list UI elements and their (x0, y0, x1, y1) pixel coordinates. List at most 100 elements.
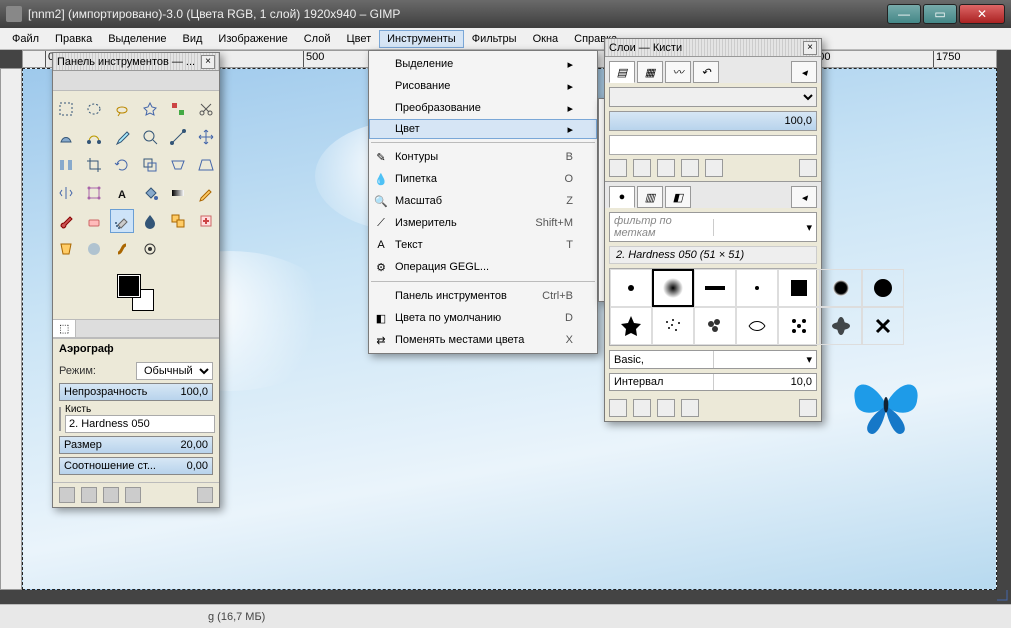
close-button[interactable]: ✕ (959, 4, 1005, 24)
refresh-brushes-icon[interactable] (799, 399, 817, 417)
menuitem-Выделение[interactable]: Выделение▸ (369, 53, 597, 75)
menu-слой[interactable]: Слой (296, 30, 339, 48)
brush-filter-field[interactable]: фильтр по меткам▾ (609, 212, 817, 242)
toolbox-header[interactable]: Панель инструментов — ... × (53, 53, 219, 71)
menuitem-Операция GEGL...[interactable]: ⚙Операция GEGL... (369, 256, 597, 278)
brush-item[interactable] (862, 269, 904, 307)
menuitem-Поменять местами цвета[interactable]: ⇄Поменять местами цветаX (369, 329, 597, 351)
brush-item[interactable] (652, 307, 694, 345)
menu-выделение[interactable]: Выделение (100, 30, 174, 48)
menu-файл[interactable]: Файл (4, 30, 47, 48)
tool-perspective-clone[interactable] (54, 237, 78, 261)
tool-clone[interactable] (166, 209, 190, 233)
tool-by-color-select[interactable] (166, 97, 190, 121)
brush-grid[interactable] (609, 268, 817, 346)
ratio-slider[interactable]: Соотношение ст... 0,00 (59, 457, 213, 475)
tool-rotate[interactable] (110, 153, 134, 177)
lower-layer-icon[interactable] (657, 159, 675, 177)
menuitem-Измеритель[interactable]: ⟋ИзмерительShift+M (369, 212, 597, 234)
menu-инструменты[interactable]: Инструменты (379, 30, 464, 48)
ruler-vertical[interactable] (0, 68, 22, 590)
tool-zoom[interactable] (138, 125, 162, 149)
menuitem-Текст[interactable]: AТекстT (369, 234, 597, 256)
undo-tab-icon[interactable]: ↶ (693, 61, 719, 83)
menuitem-Контуры[interactable]: ✎КонтурыB (369, 146, 597, 168)
duplicate-brush-icon[interactable] (657, 399, 675, 417)
menuitem-Пипетка[interactable]: 💧ПипеткаO (369, 168, 597, 190)
resize-grip-icon[interactable] (995, 588, 1009, 602)
edit-brush-icon[interactable] (609, 399, 627, 417)
tool-text[interactable]: A (110, 181, 134, 205)
mode-select[interactable]: Обычный (136, 362, 213, 380)
brush-item[interactable] (736, 307, 778, 345)
tool-paintbrush[interactable] (54, 209, 78, 233)
restore-preset-icon[interactable] (81, 487, 97, 503)
delete-layer-icon[interactable] (799, 159, 817, 177)
tool-measure[interactable] (166, 125, 190, 149)
brush-item[interactable] (694, 307, 736, 345)
tab-menu-icon[interactable]: ◂ (791, 186, 817, 208)
brush-preset-field[interactable]: Basic,▾ (609, 350, 817, 369)
delete-preset-icon[interactable] (103, 487, 119, 503)
paths-tab-icon[interactable]: 〰 (665, 61, 691, 83)
tool-scale[interactable] (138, 153, 162, 177)
tool-gradient[interactable] (166, 181, 190, 205)
dock-header[interactable]: Слои — Кисти × (605, 39, 821, 57)
brush-item[interactable] (862, 307, 904, 345)
brush-item[interactable] (652, 269, 694, 307)
layer-mode-select[interactable] (609, 87, 817, 107)
tool-pencil[interactable] (194, 181, 218, 205)
brush-item[interactable] (736, 269, 778, 307)
menuitem-Цвета по умолчанию[interactable]: ◧Цвета по умолчаниюD (369, 307, 597, 329)
brush-interval-field[interactable]: Интервал 10,0 (609, 373, 817, 391)
duplicate-layer-icon[interactable] (681, 159, 699, 177)
menu-правка[interactable]: Правка (47, 30, 100, 48)
tool-cage[interactable] (82, 181, 106, 205)
menubar[interactable]: ФайлПравкаВыделениеВидИзображениеСлойЦве… (0, 28, 1011, 50)
tool-dodge[interactable] (138, 237, 162, 261)
tool-flip[interactable] (54, 181, 78, 205)
toolbox-panel[interactable]: Панель инструментов — ... × A ⬚ Аэрограф… (52, 52, 220, 508)
tool-perspective[interactable] (194, 153, 218, 177)
brushes-tab-icon[interactable]: ● (609, 186, 635, 208)
new-layer-icon[interactable] (609, 159, 627, 177)
brush-item[interactable] (820, 269, 862, 307)
tool-move[interactable] (194, 125, 218, 149)
opacity-slider[interactable]: Непрозрачность 100,0 (59, 383, 213, 401)
panel-close-icon[interactable]: × (201, 55, 215, 69)
brush-item[interactable] (694, 269, 736, 307)
panel-close-icon[interactable]: × (803, 41, 817, 55)
menu-окна[interactable]: Окна (525, 30, 567, 48)
tool-bucket[interactable] (138, 181, 162, 205)
fg-color-swatch[interactable] (118, 275, 140, 297)
tool-paths[interactable] (82, 125, 106, 149)
brushes-tabs[interactable]: ● ▥ ◧ ◂ (605, 181, 821, 208)
gradients-tab-icon[interactable]: ◧ (665, 186, 691, 208)
menu-icon[interactable] (197, 487, 213, 503)
tool-heal[interactable] (194, 209, 218, 233)
layers-tabs[interactable]: ▤ ▦ 〰 ↶ ◂ (605, 57, 821, 83)
tool-lasso[interactable] (110, 97, 134, 121)
reset-icon[interactable] (125, 487, 141, 503)
tool-crop[interactable] (82, 153, 106, 177)
new-brush-icon[interactable] (633, 399, 651, 417)
menuitem-Панель инструментов[interactable]: Панель инструментовCtrl+B (369, 285, 597, 307)
brush-item[interactable] (610, 269, 652, 307)
brush-name-input[interactable] (65, 415, 215, 433)
layer-opacity-slider[interactable]: 100,0 (609, 111, 817, 131)
patterns-tab-icon[interactable]: ▥ (637, 186, 663, 208)
tool-airbrush[interactable] (110, 209, 134, 233)
size-slider[interactable]: Размер 20,00 (59, 436, 213, 454)
menuitem-Преобразование[interactable]: Преобразование▸ (369, 97, 597, 119)
delete-brush-icon[interactable] (681, 399, 699, 417)
brush-preview-icon[interactable] (59, 407, 61, 431)
tool-smudge[interactable] (110, 237, 134, 261)
minimize-button[interactable]: — (887, 4, 921, 24)
tool-align[interactable] (54, 153, 78, 177)
tool-ellipse-select[interactable] (82, 97, 106, 121)
brush-item[interactable] (820, 307, 862, 345)
menu-цвет[interactable]: Цвет (338, 30, 379, 48)
tool-ink[interactable] (138, 209, 162, 233)
anchor-layer-icon[interactable] (705, 159, 723, 177)
tool-fuzzy-select[interactable] (138, 97, 162, 121)
